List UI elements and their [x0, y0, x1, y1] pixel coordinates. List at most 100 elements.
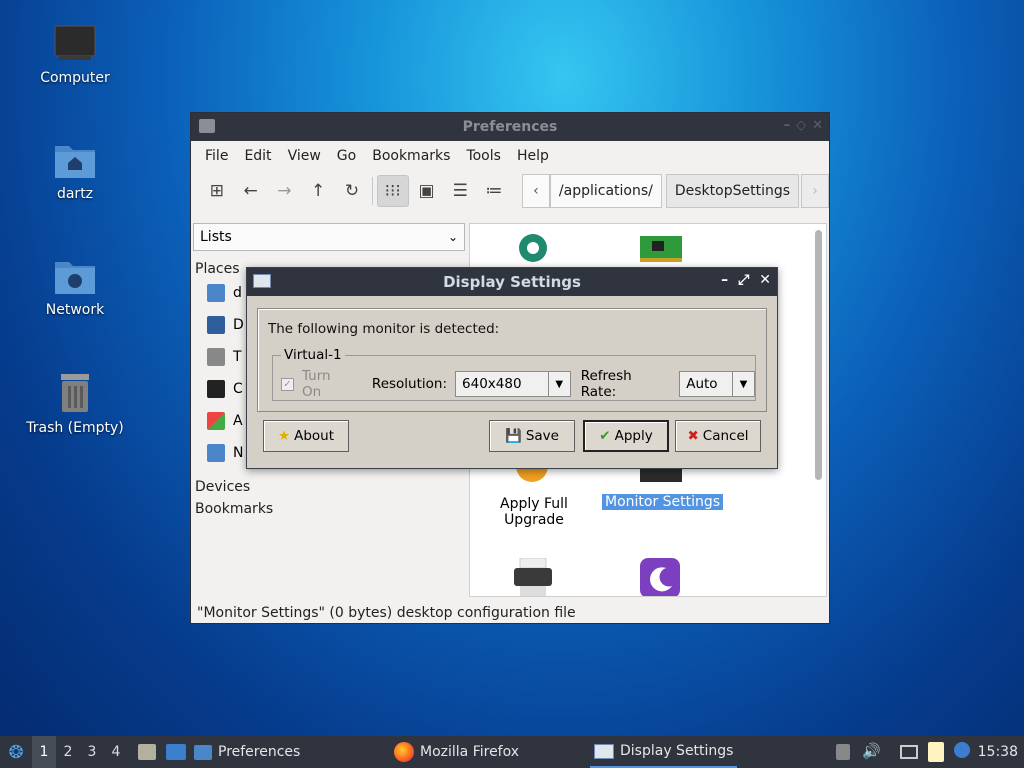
- refresh-rate-value: Auto: [686, 376, 718, 392]
- window-title: Preferences: [462, 119, 558, 135]
- task-preferences[interactable]: Preferences: [194, 736, 300, 768]
- back-icon[interactable]: ←: [235, 175, 267, 207]
- side-pane-mode-select[interactable]: Lists ⌄: [193, 223, 465, 251]
- icon-view-icon[interactable]: ⁝⁝⁝: [376, 175, 409, 207]
- monitor-icon[interactable]: [638, 466, 684, 488]
- night-mode-icon[interactable]: [640, 558, 682, 597]
- path-scroll-left-icon[interactable]: ‹: [521, 174, 550, 208]
- reload-icon[interactable]: ↻: [336, 175, 368, 207]
- desktop-icon-trash[interactable]: Trash (Empty): [15, 372, 135, 436]
- desktop-icon-network[interactable]: Network: [15, 256, 135, 318]
- printer-icon[interactable]: [512, 558, 554, 597]
- forward-icon[interactable]: →: [269, 175, 301, 207]
- toolbar: ⊞ ← → ↑ ↻ ⁝⁝⁝ ▣ ☰ ≔ ‹ /applications/ Des…: [191, 171, 830, 211]
- close-icon[interactable]: ✕: [759, 272, 771, 288]
- minimize-icon[interactable]: –: [784, 118, 791, 133]
- system-tray-arrow-icon[interactable]: [836, 744, 850, 760]
- menu-help[interactable]: Help: [509, 148, 557, 164]
- minimize-icon[interactable]: –: [721, 272, 728, 288]
- network-folder-icon: [207, 444, 225, 462]
- show-desktop-icon[interactable]: [166, 744, 186, 760]
- resolution-label: Resolution:: [371, 376, 448, 392]
- settings-gear-icon[interactable]: [512, 230, 554, 266]
- icon-item-label-selected[interactable]: Monitor Settings: [602, 494, 724, 510]
- chevron-down-icon: ⌄: [447, 230, 458, 244]
- workspace-2[interactable]: 2: [56, 744, 80, 760]
- trash-icon: [207, 348, 225, 366]
- dialog-titlebar[interactable]: Display Settings – ⤢ ✕: [247, 268, 777, 296]
- task-display-settings[interactable]: Display Settings: [590, 736, 738, 768]
- desktop-icon-label: Computer: [40, 70, 110, 86]
- hardware-card-icon[interactable]: [638, 234, 684, 264]
- window-icon: [253, 274, 271, 288]
- trash-icon: [61, 374, 89, 412]
- refresh-rate-select[interactable]: Auto ▼: [679, 371, 755, 397]
- cancel-x-icon: ✖: [687, 428, 699, 444]
- place-label: C: [233, 381, 243, 397]
- start-menu-icon[interactable]: ❂: [0, 736, 32, 768]
- menu-file[interactable]: File: [197, 148, 236, 164]
- apply-button[interactable]: ✔ Apply: [583, 420, 669, 452]
- place-label: A: [233, 413, 243, 429]
- place-label: D: [233, 317, 244, 333]
- thumbnail-view-icon[interactable]: ▣: [411, 175, 443, 207]
- folder-icon: [199, 119, 215, 133]
- star-icon: ★: [277, 428, 291, 444]
- new-tab-icon[interactable]: ⊞: [201, 175, 233, 207]
- firefox-icon: [394, 742, 414, 762]
- turn-on-checkbox[interactable]: ✓: [281, 377, 294, 391]
- applications-icon: [207, 412, 225, 430]
- dropdown-arrow-icon: ▼: [731, 372, 754, 396]
- monitor-settings-row: ✓ Turn On Resolution: 640x480 ▼ Refresh …: [281, 368, 755, 400]
- devices-header[interactable]: Devices: [195, 479, 465, 495]
- workspace-1[interactable]: 1: [32, 736, 56, 768]
- menu-view[interactable]: View: [280, 148, 329, 164]
- compact-view-icon[interactable]: ☰: [444, 175, 476, 207]
- detailed-list-icon[interactable]: ≔: [478, 175, 510, 207]
- turn-on-label: Turn On: [301, 368, 331, 400]
- home-folder-icon: [55, 146, 95, 178]
- taskbar: ❂ 1 2 3 4 Preferences Mozilla Firefox Di…: [0, 736, 1024, 768]
- workspace-3[interactable]: 3: [80, 744, 104, 760]
- about-button[interactable]: ★ About: [263, 420, 349, 452]
- computer-icon: [54, 25, 96, 60]
- volume-icon[interactable]: 🔊: [862, 742, 881, 760]
- path-scroll-right-icon[interactable]: ›: [801, 174, 830, 208]
- cancel-button[interactable]: ✖ Cancel: [675, 420, 761, 452]
- bookmarks-header[interactable]: Bookmarks: [195, 501, 465, 517]
- save-button[interactable]: 💾 Save: [489, 420, 575, 452]
- desktop-icon-label: Trash (Empty): [26, 420, 124, 436]
- file-manager-titlebar[interactable]: Preferences – ◇ ✕: [191, 113, 829, 141]
- path-segment[interactable]: /applications/: [549, 174, 662, 208]
- side-pane-mode-value: Lists: [200, 229, 232, 245]
- network-tray-icon[interactable]: [900, 745, 918, 759]
- menu-bookmarks[interactable]: Bookmarks: [364, 148, 458, 164]
- update-notifier-icon[interactable]: [954, 742, 970, 758]
- desktop-icon-home[interactable]: dartz: [15, 140, 135, 202]
- task-label: Preferences: [218, 744, 301, 760]
- icon-item-label[interactable]: Apply Full Upgrade: [484, 496, 584, 528]
- menu-edit[interactable]: Edit: [236, 148, 279, 164]
- floppy-icon: 💾: [505, 428, 522, 444]
- file-manager-launcher-icon[interactable]: [138, 744, 156, 760]
- clock[interactable]: 15:38: [978, 744, 1018, 760]
- vertical-scrollbar[interactable]: [815, 230, 822, 480]
- computer-icon: [207, 380, 225, 398]
- close-icon[interactable]: ✕: [812, 118, 823, 133]
- task-firefox[interactable]: Mozilla Firefox: [394, 736, 519, 768]
- place-label: d: [233, 285, 242, 301]
- path-segment-current[interactable]: DesktopSettings: [665, 174, 800, 208]
- menubar: File Edit View Go Bookmarks Tools Help: [191, 141, 829, 171]
- desktop-icon-computer[interactable]: Computer: [15, 24, 135, 86]
- menu-tools[interactable]: Tools: [458, 148, 509, 164]
- clipboard-icon[interactable]: [928, 742, 944, 762]
- window-icon: [594, 743, 614, 759]
- monitor-name: Virtual-1: [281, 347, 345, 363]
- menu-go[interactable]: Go: [329, 148, 364, 164]
- maximize-icon[interactable]: ◇: [796, 118, 806, 133]
- resolution-select[interactable]: 640x480 ▼: [455, 371, 571, 397]
- up-icon[interactable]: ↑: [302, 175, 334, 207]
- about-label: About: [294, 428, 335, 444]
- maximize-icon[interactable]: ⤢: [738, 272, 749, 288]
- workspace-4[interactable]: 4: [104, 744, 128, 760]
